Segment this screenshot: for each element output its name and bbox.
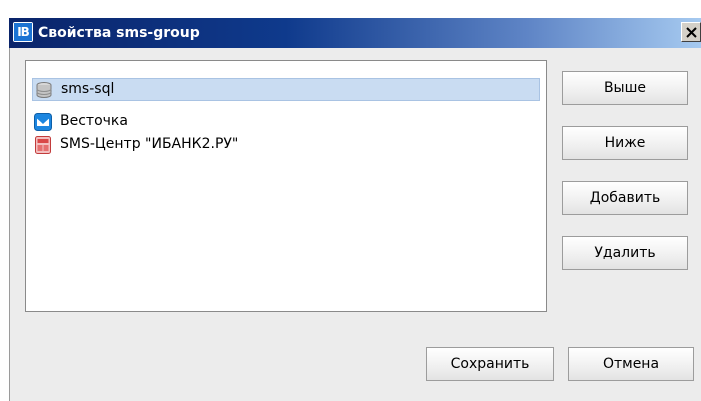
close-icon [686, 27, 697, 38]
channel-list[interactable]: sms-sql Весточка SMS-Центр "ИБАНК2.РУ" [25, 60, 547, 312]
app-logo-text: IB [14, 23, 32, 41]
sms-center-icon [34, 136, 52, 154]
list-item-sms-center[interactable]: SMS-Центр "ИБАНК2.РУ" [32, 134, 540, 157]
cancel-button[interactable]: Отмена [568, 347, 694, 381]
move-up-button[interactable]: Выше [562, 71, 688, 105]
list-item-label: SMS-Центр "ИБАНК2.РУ" [60, 136, 239, 152]
database-icon [35, 81, 53, 99]
vestochka-icon [34, 113, 52, 131]
close-button[interactable] [681, 22, 701, 42]
list-item-sms-sql[interactable]: sms-sql [32, 78, 540, 101]
add-button[interactable]: Добавить [562, 181, 688, 215]
list-item-label: sms-sql [61, 81, 115, 97]
dialog-title: Свойства sms-group [38, 25, 200, 41]
save-button[interactable]: Сохранить [426, 347, 554, 381]
list-item-label: Весточка [60, 113, 128, 129]
move-down-button[interactable]: Ниже [562, 126, 688, 160]
list-item-vestochka[interactable]: Весточка [32, 111, 540, 134]
delete-button[interactable]: Удалить [562, 236, 688, 270]
app-logo-icon: IB [13, 22, 33, 42]
